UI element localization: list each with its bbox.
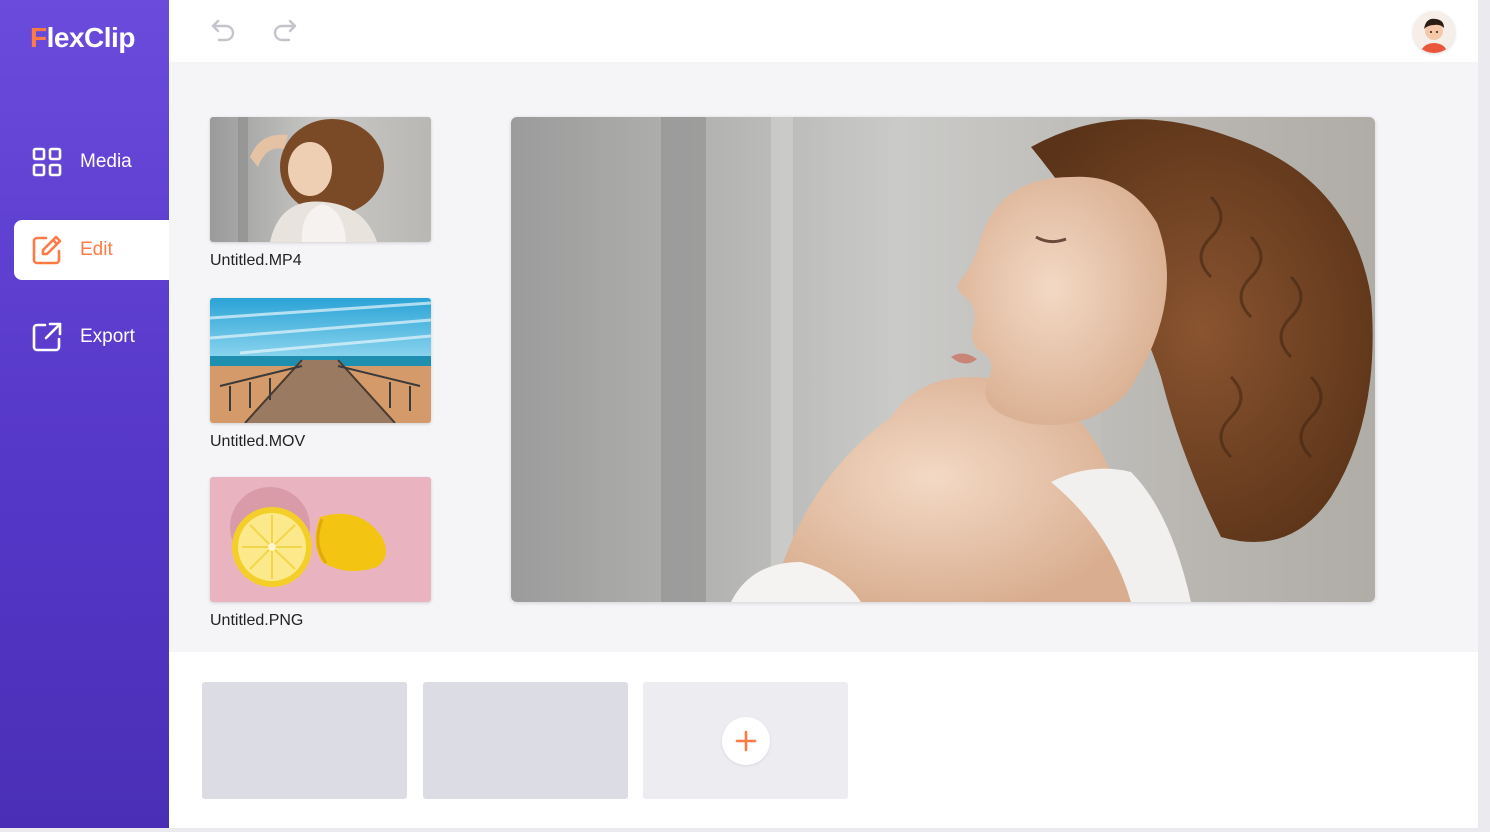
media-item[interactable]: Untitled.MP4 (210, 117, 431, 270)
workspace: Untitled.MP4 Untitled.MOV Untitled.PNG (169, 62, 1478, 652)
plus-icon (721, 716, 770, 765)
grid-icon (30, 145, 64, 179)
top-toolbar (169, 0, 1478, 62)
file-name: Untitled.MP4 (210, 252, 302, 269)
undo-icon (211, 19, 235, 42)
sidebar-item-label: Edit (80, 239, 113, 260)
image-thumbnail[interactable] (210, 477, 431, 602)
undo-button[interactable] (207, 14, 239, 46)
timeline-slot[interactable] (423, 682, 628, 799)
sidebar-item-label: Export (80, 326, 135, 347)
sidebar: FlexClip Media Edit Export (0, 0, 169, 828)
media-item[interactable]: Untitled.PNG (210, 477, 431, 630)
timeline-slot[interactable] (202, 682, 407, 799)
video-thumbnail[interactable] (210, 117, 431, 242)
redo-icon (273, 19, 297, 42)
user-avatar[interactable] (1413, 11, 1455, 53)
file-name: Untitled.PNG (210, 612, 304, 629)
redo-button[interactable] (269, 14, 301, 46)
logo-text: lexClip (46, 22, 136, 53)
flexclip-logo[interactable]: FlexClip (30, 22, 135, 54)
sidebar-item-edit[interactable]: Edit (14, 220, 169, 280)
video-thumbnail[interactable] (210, 298, 431, 423)
timeline (169, 652, 1478, 828)
export-icon (30, 320, 64, 354)
add-clip-button[interactable] (643, 682, 848, 799)
sidebar-item-export[interactable]: Export (14, 307, 169, 367)
file-name: Untitled.MOV (210, 433, 306, 450)
logo-initial: F (30, 22, 47, 53)
sidebar-item-media[interactable]: Media (14, 132, 169, 192)
edit-icon (30, 233, 64, 267)
sidebar-item-label: Media (80, 151, 132, 172)
video-preview[interactable] (511, 117, 1375, 602)
media-item[interactable]: Untitled.MOV (210, 298, 431, 451)
